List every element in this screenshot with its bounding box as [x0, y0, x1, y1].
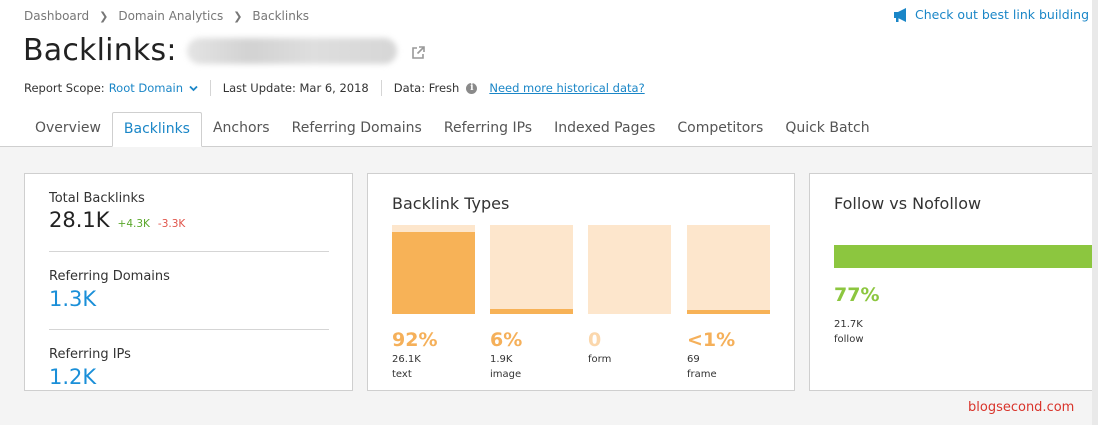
divider	[380, 80, 382, 96]
tab-anchors[interactable]: Anchors	[202, 112, 281, 146]
megaphone-icon	[894, 7, 906, 22]
follow-label: follow	[834, 334, 864, 345]
tab-indexed-pages[interactable]: Indexed Pages	[543, 112, 666, 146]
breadcrumb-dashboard[interactable]: Dashboard	[24, 9, 89, 23]
tab-competitors[interactable]: Competitors	[666, 112, 774, 146]
tab-bar: Overview Backlinks Anchors Referring Dom…	[24, 111, 881, 147]
type-percent: 92%	[392, 329, 438, 351]
data-freshness: Data: Fresh	[393, 81, 460, 95]
type-percent: <1%	[687, 329, 736, 351]
total-backlinks-value[interactable]: 28.1K	[49, 208, 110, 232]
tab-backlinks[interactable]: Backlinks	[111, 112, 202, 147]
type-count: 1.9K	[490, 354, 513, 365]
breadcrumb: Dashboard ❯ Domain Analytics ❯ Backlinks	[24, 9, 309, 23]
referring-domains-label: Referring Domains	[49, 269, 170, 284]
divider	[49, 251, 329, 252]
info-icon[interactable]: i	[466, 82, 478, 94]
blurred-domain	[186, 37, 397, 64]
type-form[interactable]: 0 form	[588, 225, 671, 365]
divider	[49, 329, 329, 330]
type-percent: 6%	[490, 329, 523, 351]
chevron-right-icon: ❯	[233, 9, 243, 23]
tips-link[interactable]: Check out best link building tips	[893, 7, 1098, 22]
total-backlinks-label: Total Backlinks	[49, 191, 145, 206]
follow-nofollow-card: Follow vs Nofollow 77% 21.7K follow	[809, 173, 1093, 391]
breadcrumb-backlinks: Backlinks	[252, 9, 310, 23]
follow-percent: 77%	[834, 284, 880, 306]
referring-ips-label: Referring IPs	[49, 347, 131, 362]
header-panel: Dashboard ❯ Domain Analytics ❯ Backlinks…	[0, 0, 1098, 147]
chevron-right-icon: ❯	[99, 9, 109, 23]
type-bar-fill	[392, 232, 475, 314]
type-label: text	[392, 369, 412, 380]
last-update: Last Update: Mar 6, 2018	[222, 81, 369, 95]
referring-ips-stat: Referring IPs 1.2K	[49, 347, 131, 389]
type-text[interactable]: 92% 26.1K text	[392, 225, 475, 380]
type-label: image	[490, 369, 522, 380]
summary-card: Total Backlinks 28.1K +4.3K -3.3K Referrin…	[24, 173, 353, 391]
follow-nofollow-title: Follow vs Nofollow	[834, 194, 982, 213]
scope-value[interactable]: Root Domain	[109, 81, 183, 95]
report-meta: Report Scope: Root Domain Last Update: M…	[24, 80, 645, 96]
lost-backlinks-delta: -3.3K	[157, 218, 186, 230]
divider	[209, 80, 211, 96]
chevron-down-icon	[189, 85, 198, 92]
new-backlinks-delta: +4.3K	[117, 218, 150, 230]
tips-link-text[interactable]: Check out best link building tips	[915, 7, 1098, 22]
type-label: frame	[687, 369, 717, 380]
external-link-icon[interactable]	[411, 45, 425, 60]
historical-data-link[interactable]: Need more historical data?	[489, 81, 644, 95]
backlink-types-title: Backlink Types	[392, 194, 510, 213]
total-backlinks-stat: Total Backlinks 28.1K +4.3K -3.3K	[49, 191, 185, 232]
referring-domains-stat: Referring Domains 1.3K	[49, 269, 170, 311]
tab-quick-batch[interactable]: Quick Batch	[774, 112, 880, 146]
tab-referring-domains[interactable]: Referring Domains	[281, 112, 433, 146]
title-row: Backlinks:	[23, 33, 425, 68]
type-percent: 0	[588, 329, 602, 351]
type-image[interactable]: 6% 1.9K image	[490, 225, 573, 380]
tab-overview[interactable]: Overview	[24, 112, 112, 146]
referring-domains-value[interactable]: 1.3K	[49, 287, 170, 311]
scrollbar[interactable]	[1092, 0, 1098, 425]
referring-ips-value[interactable]: 1.2K	[49, 365, 131, 389]
follow-bar[interactable]	[834, 245, 1093, 268]
type-label: form	[588, 354, 612, 365]
watermark: blogsecond.com	[968, 400, 1075, 415]
scope-label: Report Scope:	[24, 81, 105, 95]
type-count: 26.1K	[392, 354, 421, 365]
type-count: 69	[687, 354, 700, 365]
type-frame[interactable]: <1% 69 frame	[687, 225, 770, 380]
type-bar-fill	[687, 309, 770, 314]
type-bar	[687, 225, 770, 314]
type-bar	[392, 225, 475, 314]
type-bar	[588, 225, 671, 314]
scope-dropdown[interactable]: Root Domain	[109, 81, 198, 95]
tab-referring-ips[interactable]: Referring IPs	[433, 112, 543, 146]
follow-count: 21.7K	[834, 319, 863, 330]
type-bar-fill	[490, 308, 573, 314]
backlink-types-card: Backlink Types 92% 26.1K text 6% 1.9K im…	[367, 173, 795, 391]
page-title: Backlinks:	[23, 33, 177, 68]
type-bar	[490, 225, 573, 314]
breadcrumb-domain-analytics[interactable]: Domain Analytics	[118, 9, 223, 23]
